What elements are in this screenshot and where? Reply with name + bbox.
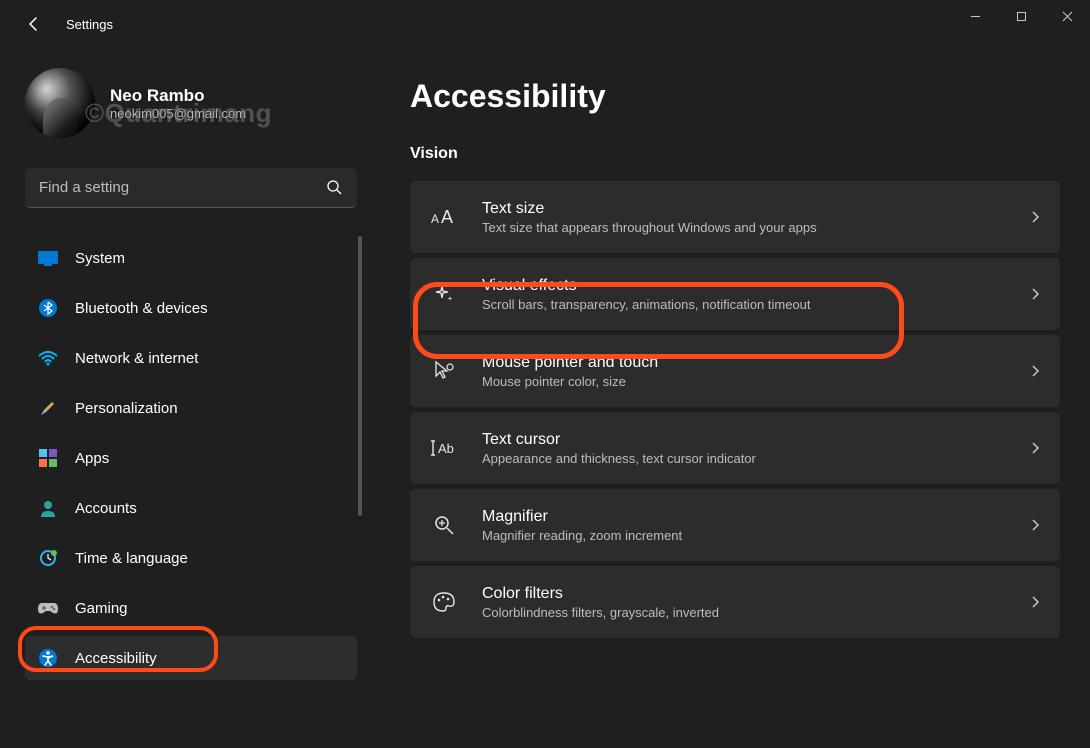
brush-icon bbox=[37, 397, 59, 419]
sidebar-item-apps[interactable]: Apps bbox=[25, 436, 357, 480]
row-title: Mouse pointer and touch bbox=[482, 354, 1030, 372]
nav-list: System Bluetooth & devices Network & int… bbox=[25, 236, 370, 696]
sidebar-item-label: Gaming bbox=[75, 600, 128, 617]
setting-row-text-size[interactable]: AA Text size Text size that appears thro… bbox=[410, 181, 1060, 253]
sidebar-item-label: Accessibility bbox=[75, 650, 157, 667]
user-name: Neo Rambo bbox=[110, 86, 246, 106]
sidebar-item-label: Time & language bbox=[75, 550, 188, 567]
chevron-right-icon bbox=[1030, 364, 1040, 378]
clock-icon bbox=[37, 547, 59, 569]
sidebar-item-personalization[interactable]: Personalization bbox=[25, 386, 357, 430]
bluetooth-icon bbox=[37, 297, 59, 319]
setting-row-visual-effects[interactable]: Visual effects Scroll bars, transparency… bbox=[410, 258, 1060, 330]
sidebar-item-time[interactable]: Time & language bbox=[25, 536, 357, 580]
page-title: Accessibility bbox=[410, 78, 1060, 115]
chevron-right-icon bbox=[1030, 441, 1040, 455]
sidebar-item-label: Network & internet bbox=[75, 350, 198, 367]
sidebar-item-label: Bluetooth & devices bbox=[75, 300, 208, 317]
search-box[interactable] bbox=[25, 168, 357, 208]
row-title: Color filters bbox=[482, 585, 1030, 603]
content-area: Accessibility Vision AA Text size Text s… bbox=[370, 48, 1090, 748]
row-sub: Appearance and thickness, text cursor in… bbox=[482, 451, 1030, 466]
setting-row-magnifier[interactable]: Magnifier Magnifier reading, zoom increm… bbox=[410, 489, 1060, 561]
close-button[interactable] bbox=[1044, 0, 1090, 32]
row-sub: Mouse pointer color, size bbox=[482, 374, 1030, 389]
svg-text:Ab: Ab bbox=[438, 441, 454, 456]
setting-row-mouse-pointer[interactable]: Mouse pointer and touch Mouse pointer co… bbox=[410, 335, 1060, 407]
row-title: Text cursor bbox=[482, 431, 1030, 449]
titlebar: Settings bbox=[0, 0, 1090, 48]
svg-text:A: A bbox=[431, 212, 439, 226]
sidebar-item-bluetooth[interactable]: Bluetooth & devices bbox=[25, 286, 357, 330]
minimize-button[interactable] bbox=[952, 0, 998, 32]
sidebar-item-label: Accounts bbox=[75, 500, 137, 517]
back-button[interactable] bbox=[20, 10, 48, 38]
search-input[interactable] bbox=[39, 179, 326, 196]
sidebar-item-network[interactable]: Network & internet bbox=[25, 336, 357, 380]
chevron-right-icon bbox=[1030, 287, 1040, 301]
sidebar-item-accessibility[interactable]: Accessibility bbox=[25, 636, 357, 680]
gamepad-icon bbox=[37, 597, 59, 619]
profile-block[interactable]: Neo Rambo neokim005@gmail.com ©Quantrima… bbox=[25, 68, 370, 138]
setting-row-color-filters[interactable]: Color filters Colorblindness filters, gr… bbox=[410, 566, 1060, 638]
sidebar-item-gaming[interactable]: Gaming bbox=[25, 586, 357, 630]
accessibility-icon bbox=[37, 647, 59, 669]
row-sub: Colorblindness filters, grayscale, inver… bbox=[482, 605, 1030, 620]
sidebar-item-label: Personalization bbox=[75, 400, 178, 417]
sidebar: Neo Rambo neokim005@gmail.com ©Quantrima… bbox=[0, 48, 370, 748]
chevron-right-icon bbox=[1030, 595, 1040, 609]
sidebar-item-accounts[interactable]: Accounts bbox=[25, 486, 357, 530]
textsize-icon: AA bbox=[430, 203, 458, 231]
search-icon bbox=[326, 179, 343, 196]
window-controls bbox=[952, 0, 1090, 32]
sidebar-item-privacy[interactable]: Privacy & security bbox=[25, 686, 357, 696]
row-title: Text size bbox=[482, 200, 1030, 218]
row-sub: Text size that appears throughout Window… bbox=[482, 220, 1030, 235]
sidebar-item-system[interactable]: System bbox=[25, 236, 357, 280]
sparkle-icon bbox=[430, 280, 458, 308]
svg-text:A: A bbox=[441, 207, 453, 227]
user-email: neokim005@gmail.com bbox=[110, 106, 246, 121]
apps-icon bbox=[37, 447, 59, 469]
chevron-right-icon bbox=[1030, 210, 1040, 224]
sidebar-item-label: Apps bbox=[75, 450, 109, 467]
maximize-button[interactable] bbox=[998, 0, 1044, 32]
palette-icon bbox=[430, 588, 458, 616]
sidebar-item-label: System bbox=[75, 250, 125, 267]
row-sub: Scroll bars, transparency, animations, n… bbox=[482, 297, 1030, 312]
avatar bbox=[25, 68, 95, 138]
setting-row-text-cursor[interactable]: Ab Text cursor Appearance and thickness,… bbox=[410, 412, 1060, 484]
row-title: Magnifier bbox=[482, 508, 1030, 526]
person-icon bbox=[37, 497, 59, 519]
wifi-icon bbox=[37, 347, 59, 369]
app-title: Settings bbox=[66, 17, 113, 32]
magnifier-icon bbox=[430, 511, 458, 539]
row-title: Visual effects bbox=[482, 277, 1030, 295]
textcursor-icon: Ab bbox=[430, 434, 458, 462]
section-title: Vision bbox=[410, 145, 1060, 163]
scrollbar[interactable] bbox=[358, 236, 362, 516]
display-icon bbox=[37, 247, 59, 269]
pointer-icon bbox=[430, 357, 458, 385]
row-sub: Magnifier reading, zoom increment bbox=[482, 528, 1030, 543]
chevron-right-icon bbox=[1030, 518, 1040, 532]
